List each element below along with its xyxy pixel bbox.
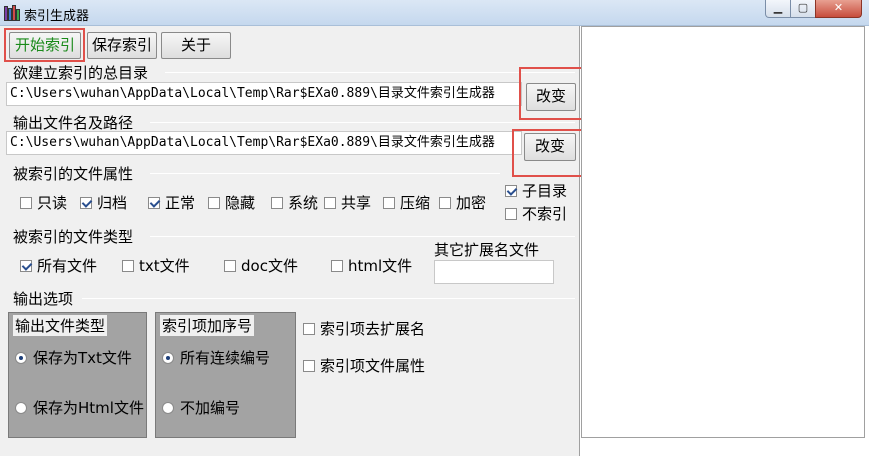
numbering-group: 索引项加序号 所有连续编号 不加编号 bbox=[155, 312, 296, 438]
main-panel: 开始索引 保存索引 关于 欲建立索引的总目录 C:\Users\wuhan\Ap… bbox=[0, 26, 596, 456]
save-txt-label: 保存为Txt文件 bbox=[33, 349, 132, 367]
output-options-label: 输出选项 bbox=[13, 290, 74, 308]
start-index-button[interactable]: 开始索引 bbox=[9, 32, 81, 59]
attributes-label: 被索引的文件属性 bbox=[13, 165, 134, 183]
divider bbox=[150, 122, 575, 123]
type-doc-label: doc文件 bbox=[241, 257, 298, 275]
noindex-checkbox[interactable]: 不索引 bbox=[505, 203, 567, 224]
divider bbox=[82, 298, 575, 299]
attr-encrypted-checkbox[interactable]: 加密 bbox=[439, 192, 486, 213]
noindex-label: 不索引 bbox=[522, 205, 568, 223]
file-attr-label: 索引项文件属性 bbox=[320, 357, 426, 375]
output-path-input[interactable]: C:\Users\wuhan\AppData\Local\Temp\Rar$EX… bbox=[6, 131, 522, 155]
change-root-dir-button[interactable]: 改变 bbox=[526, 83, 576, 111]
save-html-label: 保存为Html文件 bbox=[33, 399, 144, 417]
about-button[interactable]: 关于 bbox=[161, 32, 231, 59]
root-dir-input[interactable]: C:\Users\wuhan\AppData\Local\Temp\Rar$EX… bbox=[6, 82, 522, 106]
divider bbox=[150, 236, 575, 237]
types-label: 被索引的文件类型 bbox=[13, 228, 134, 246]
no-number-radio[interactable]: 不加编号 bbox=[162, 397, 240, 418]
save-html-radio[interactable]: 保存为Html文件 bbox=[15, 397, 144, 418]
attr-hidden-checkbox[interactable]: 隐藏 bbox=[208, 192, 255, 213]
other-ext-input[interactable] bbox=[434, 260, 554, 284]
divider bbox=[165, 72, 575, 73]
remove-ext-checkbox[interactable]: 索引项去扩展名 bbox=[303, 318, 425, 339]
type-html-checkbox[interactable]: html文件 bbox=[331, 255, 412, 276]
attr-normal-label: 正常 bbox=[165, 194, 196, 212]
attr-system-checkbox[interactable]: 系统 bbox=[271, 192, 318, 213]
subdir-checkbox[interactable]: 子目录 bbox=[505, 180, 567, 201]
minimize-button[interactable]: ▁ bbox=[765, 0, 791, 18]
attr-hidden-label: 隐藏 bbox=[225, 194, 256, 212]
continuous-number-radio[interactable]: 所有连续编号 bbox=[162, 347, 270, 368]
type-all-checkbox[interactable]: 所有文件 bbox=[20, 255, 97, 276]
type-doc-checkbox[interactable]: doc文件 bbox=[224, 255, 298, 276]
attr-system-label: 系统 bbox=[288, 194, 319, 212]
maximize-button[interactable]: ▢ bbox=[790, 0, 816, 18]
other-ext-label: 其它扩展名文件 bbox=[434, 241, 540, 259]
divider bbox=[150, 173, 500, 174]
type-txt-checkbox[interactable]: txt文件 bbox=[122, 255, 190, 276]
attr-normal-checkbox[interactable]: 正常 bbox=[148, 192, 195, 213]
attr-compressed-checkbox[interactable]: 压缩 bbox=[383, 192, 430, 213]
type-txt-label: txt文件 bbox=[139, 257, 190, 275]
root-dir-label: 欲建立索引的总目录 bbox=[13, 64, 149, 82]
subdir-label: 子目录 bbox=[522, 182, 568, 200]
numbering-title: 索引项加序号 bbox=[160, 315, 255, 336]
continuous-number-label: 所有连续编号 bbox=[180, 349, 271, 367]
output-file-type-group: 输出文件类型 保存为Txt文件 保存为Html文件 bbox=[8, 312, 147, 438]
attr-archive-checkbox[interactable]: 归档 bbox=[80, 192, 127, 213]
output-file-type-title: 输出文件类型 bbox=[13, 315, 108, 336]
attr-archive-label: 归档 bbox=[97, 194, 128, 212]
save-index-button[interactable]: 保存索引 bbox=[87, 32, 157, 59]
attr-shared-checkbox[interactable]: 共享 bbox=[324, 192, 371, 213]
attr-readonly-checkbox[interactable]: 只读 bbox=[20, 192, 67, 213]
attr-encrypted-label: 加密 bbox=[456, 194, 487, 212]
file-attr-checkbox[interactable]: 索引项文件属性 bbox=[303, 355, 425, 376]
type-html-label: html文件 bbox=[348, 257, 413, 275]
save-txt-radio[interactable]: 保存为Txt文件 bbox=[15, 347, 132, 368]
close-button[interactable]: ✕ bbox=[815, 0, 862, 18]
window-title: 索引生成器 bbox=[24, 9, 90, 24]
attr-shared-label: 共享 bbox=[341, 194, 372, 212]
title-bar: 索引生成器 ▁ ▢ ✕ bbox=[0, 0, 869, 26]
attr-compressed-label: 压缩 bbox=[400, 194, 431, 212]
index-output-pane[interactable] bbox=[581, 26, 865, 438]
attr-readonly-label: 只读 bbox=[37, 194, 68, 212]
output-path-label: 输出文件名及路径 bbox=[13, 114, 134, 132]
change-output-button[interactable]: 改变 bbox=[524, 133, 576, 161]
no-number-label: 不加编号 bbox=[180, 399, 241, 417]
app-books-icon bbox=[4, 4, 20, 21]
remove-ext-label: 索引项去扩展名 bbox=[320, 320, 426, 338]
type-all-label: 所有文件 bbox=[37, 257, 98, 275]
